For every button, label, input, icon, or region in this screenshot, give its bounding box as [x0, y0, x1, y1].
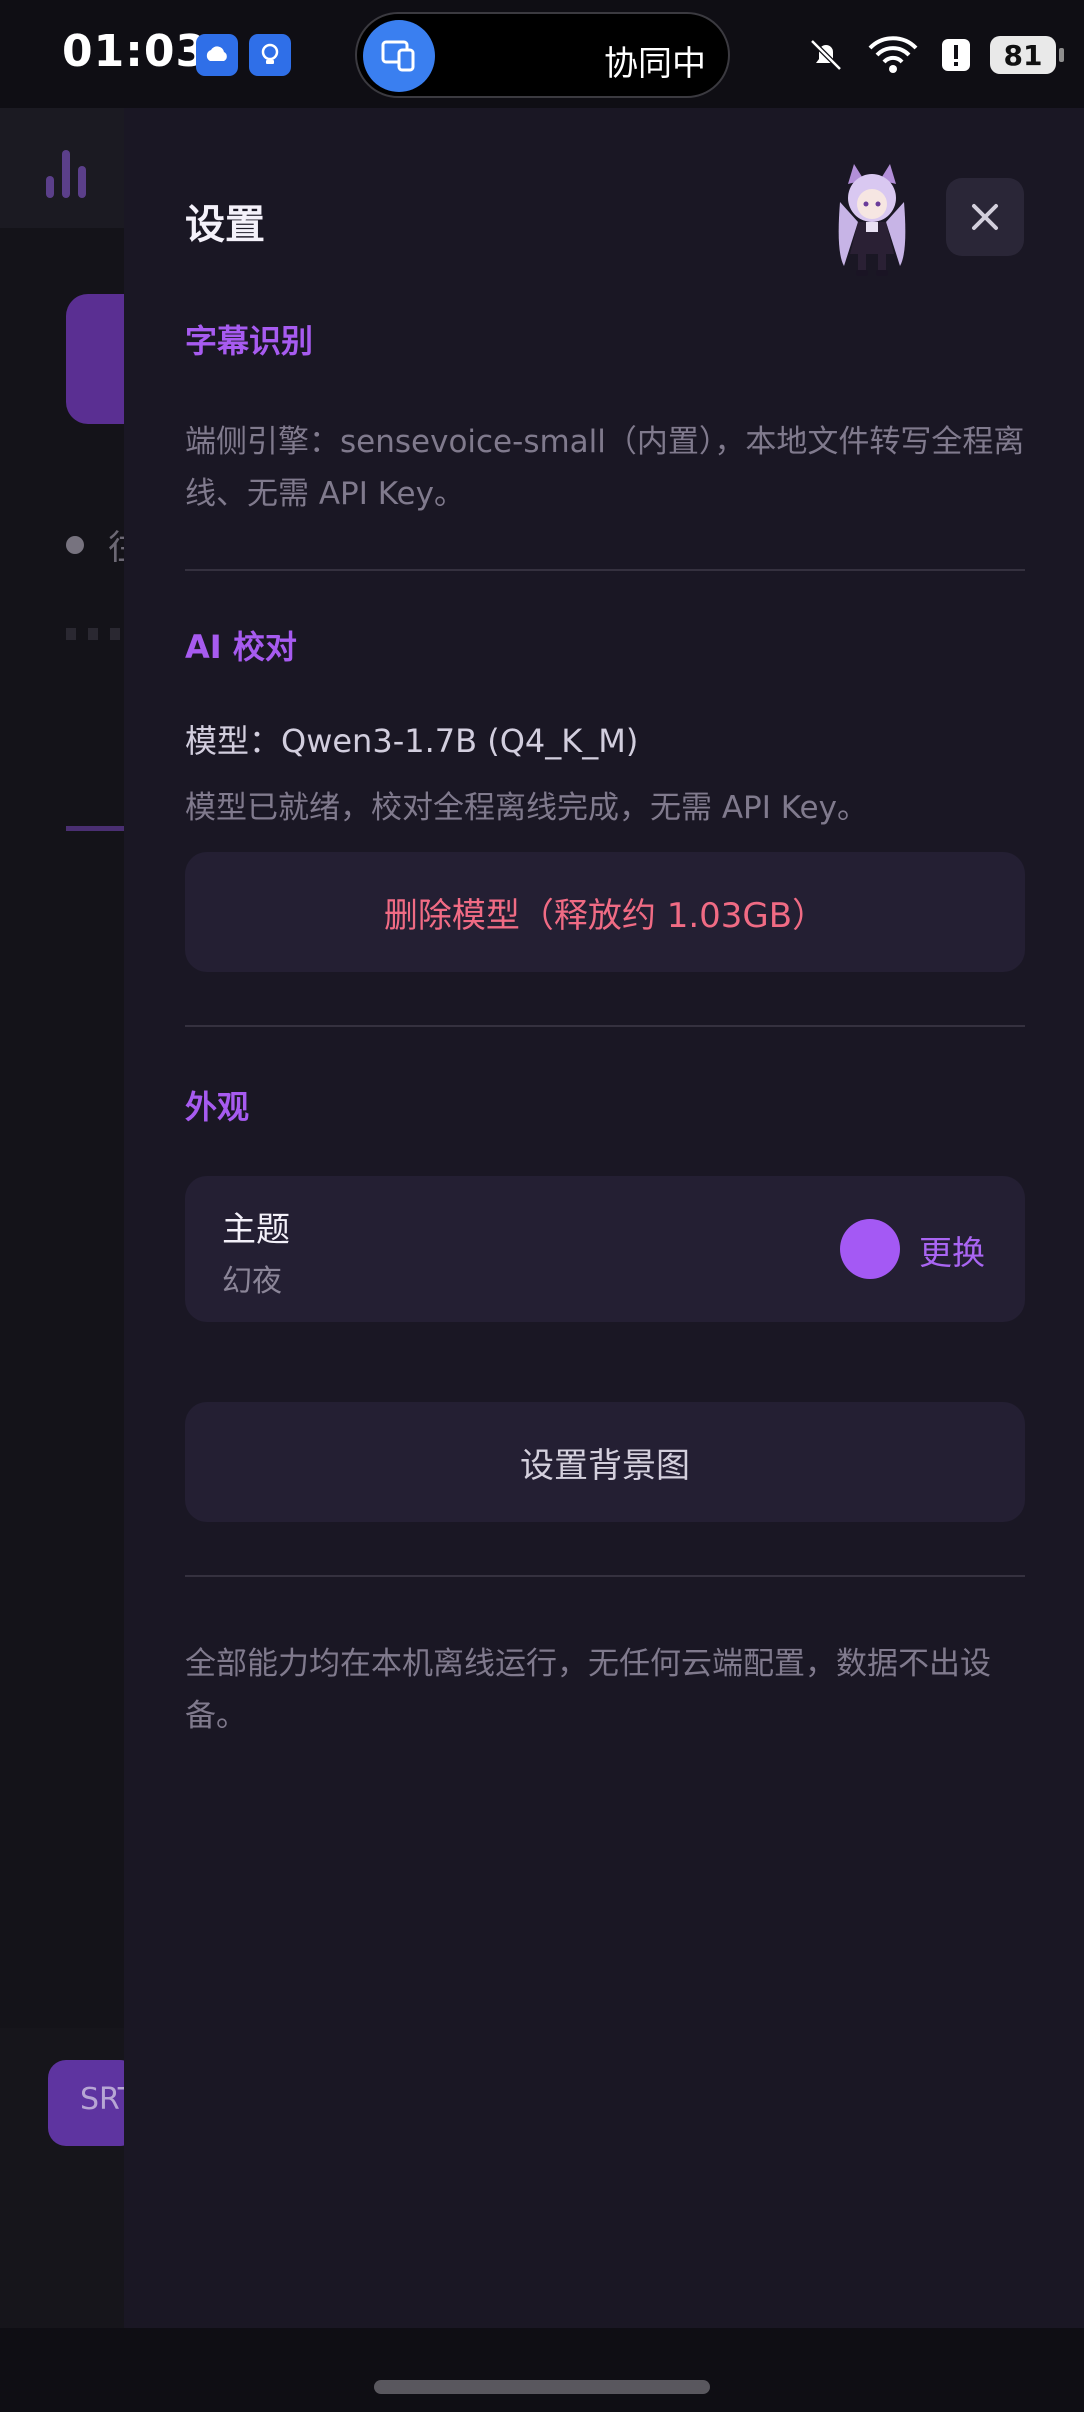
background-progress — [66, 826, 124, 831]
theme-color-swatch — [840, 1219, 900, 1279]
section-divider — [185, 1025, 1025, 1027]
dynamic-island[interactable]: 协同中 — [355, 12, 730, 98]
settings-drawer: 设置 字幕识别 端侧引擎：sensevoice-small（内置），本地文件转写… — [124, 108, 1084, 2328]
theme-label: 主题 — [222, 1210, 290, 1250]
subtitle-section-heading: 字幕识别 — [185, 322, 314, 360]
bell-off-icon — [810, 39, 842, 71]
change-theme-button[interactable]: 更换 — [919, 1226, 985, 1274]
alert-icon — [942, 39, 970, 71]
home-indicator[interactable] — [374, 2380, 710, 2394]
delete-model-button[interactable]: 删除模型（释放约 1.03GB） — [185, 852, 1025, 972]
background-placeholder — [66, 628, 124, 640]
section-divider — [185, 1575, 1025, 1577]
cloud-app-icon — [196, 34, 238, 76]
status-bar: 01:03 协同中 81 — [0, 0, 1084, 108]
status-time: 01:03 — [62, 26, 208, 77]
offline-note: 全部能力均在本机离线运行，无任何云端配置，数据不出设备。 — [185, 1646, 991, 1734]
battery-icon: 81 — [990, 36, 1064, 74]
background-header — [0, 108, 124, 228]
appearance-section-heading: 外观 — [185, 1088, 250, 1126]
audio-bars-icon — [46, 146, 86, 198]
model-status: 模型已就绪，校对全程离线完成，无需 API Key。 — [185, 790, 868, 826]
close-icon — [972, 204, 998, 230]
lightbulb-app-icon — [249, 34, 291, 76]
navigation-bar — [0, 2328, 1084, 2412]
background-bullet — [66, 536, 84, 554]
wifi-icon — [868, 36, 918, 73]
ai-section-heading: AI 校对 — [185, 628, 297, 666]
background-text: 往 — [108, 520, 124, 569]
set-background-button[interactable]: 设置背景图 — [185, 1402, 1025, 1522]
settings-title: 设置 — [185, 202, 265, 248]
status-icons: 81 — [806, 30, 1064, 80]
srt-button: SRT — [48, 2060, 124, 2146]
collab-status-text: 协同中 — [604, 44, 706, 84]
background-app: 往 SRT — [0, 108, 124, 2328]
theme-row[interactable]: 主题 幻夜 更换 — [185, 1176, 1025, 1322]
mascot-avatar — [838, 164, 906, 276]
close-button[interactable] — [946, 178, 1024, 256]
section-divider — [185, 569, 1025, 571]
model-name: 模型：Qwen3-1.7B (Q4_K_M) — [185, 722, 639, 760]
theme-value: 幻夜 — [222, 1264, 282, 1299]
background-card — [66, 294, 124, 424]
multi-device-icon — [363, 20, 435, 92]
engine-description: 端侧引擎：sensevoice-small（内置），本地文件转写全程离线、无需 … — [185, 424, 1025, 512]
